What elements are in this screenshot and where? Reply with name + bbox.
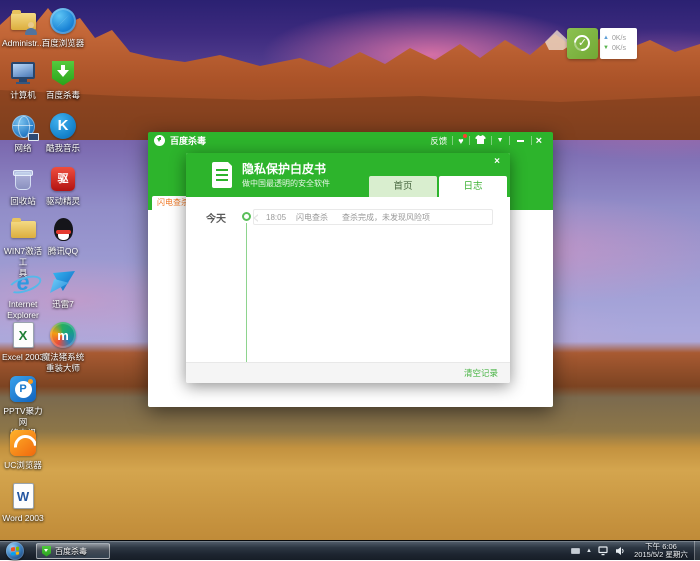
icon-label: Internet Explorer <box>7 299 39 321</box>
antivirus-status-tile[interactable]: ✓ <box>567 28 598 59</box>
icon-label: 回收站 <box>10 196 36 207</box>
system-tray: ▲ <box>571 541 626 561</box>
desktop-icon-uc-browser[interactable]: UC浏览器 <box>0 428 46 471</box>
baidu-antivirus-window: 百度杀毒 反馈 ♥ ▼ × 闪电查杀 隐私 <box>148 132 553 407</box>
start-button[interactable] <box>6 542 24 560</box>
windows-logo-icon <box>11 547 19 556</box>
desktop-icon-driver-genius[interactable]: 驱 驱动精灵 <box>40 164 86 207</box>
taskbar-clock[interactable]: 下午 6:06 2015/5/2 星期六 <box>632 543 690 559</box>
icon-label: Excel 2003 <box>2 352 44 363</box>
dialog-footer: 清空记录 <box>186 362 510 383</box>
icon-label: 腾讯QQ <box>48 246 78 257</box>
download-arrow-icon: ▼ <box>603 45 609 52</box>
upload-speed: 0K/s <box>612 35 626 42</box>
dialog-close-icon[interactable]: × <box>494 156 500 167</box>
baidu-browser-icon <box>50 8 76 34</box>
document-icon <box>212 162 232 188</box>
taskbar-button-label: 百度杀毒 <box>55 546 87 557</box>
shield-icon <box>52 61 74 86</box>
qq-penguin-icon <box>54 218 73 241</box>
log-action: 闪电查杀 <box>296 212 328 223</box>
desktop-icon-xunlei[interactable]: 迅雷7 <box>40 267 86 310</box>
clear-records-link[interactable]: 清空记录 <box>464 363 498 383</box>
desktop-icon-kuwo[interactable]: K 酷我音乐 <box>40 111 86 154</box>
icon-label: 酷我音乐 <box>46 143 80 154</box>
taskbar-button-baidu-antivirus[interactable]: 百度杀毒 <box>36 543 110 559</box>
recycle-bin-icon <box>15 172 31 190</box>
desktop-icon-baidu-browser[interactable]: 百度浏览器 <box>40 6 86 49</box>
icon-label: 计算机 <box>10 90 36 101</box>
ie-icon: e <box>9 269 37 295</box>
user-icon <box>24 22 37 35</box>
feedback-button[interactable]: 反馈 <box>425 135 452 147</box>
tray-expand-icon[interactable]: ▲ <box>586 548 592 554</box>
upload-arrow-icon: ▲ <box>603 35 609 42</box>
show-desktop-button[interactable] <box>694 541 700 561</box>
desktop-icon-qq[interactable]: 腾讯QQ <box>40 214 86 257</box>
desert-rocks <box>0 0 700 140</box>
titlebar[interactable]: 百度杀毒 反馈 ♥ ▼ × <box>148 132 553 149</box>
dialog-subtitle: 做中国最透明的安全软件 <box>242 178 330 189</box>
check-icon: ✓ <box>567 28 598 59</box>
desktop-icon-mofazhu[interactable]: m 魔法猪系统 重装大师 <box>40 320 86 374</box>
log-result: 查杀完成，未发现风险项 <box>342 212 430 223</box>
clock-date: 2015/5/2 星期六 <box>632 551 690 559</box>
desktop-icon-word[interactable]: W Word 2003 <box>0 481 46 524</box>
dialog-header: 隐私保护白皮书 做中国最透明的安全软件 × 首页 日志 <box>186 153 510 197</box>
icon-label: 迅雷7 <box>52 299 74 310</box>
taskbar: 百度杀毒 ▲ 下午 6:06 2015/5/2 星期六 <box>0 540 700 560</box>
icon-label: Word 2003 <box>2 513 43 524</box>
driver-genius-icon: 驱 <box>51 167 75 191</box>
monitor-icon <box>11 62 35 79</box>
pptv-icon: P <box>10 376 36 402</box>
privacy-whitepaper-dialog: 隐私保护白皮书 做中国最透明的安全软件 × 首页 日志 今天 18:05 闪电查… <box>186 153 510 383</box>
folder-icon <box>11 221 36 238</box>
kuwo-icon: K <box>50 113 76 139</box>
mofazhu-icon: m <box>50 322 76 348</box>
dialog-tabs: 首页 日志 <box>369 176 507 197</box>
icon-label: 百度浏览器 <box>42 38 85 49</box>
close-button[interactable]: × <box>532 135 546 147</box>
icon-label: UC浏览器 <box>4 460 42 471</box>
download-speed: 0K/s <box>612 45 626 52</box>
word-icon: W <box>13 483 34 509</box>
minimize-button[interactable] <box>510 140 531 142</box>
minimize-icon <box>517 140 524 142</box>
log-time: 18:05 <box>266 213 286 222</box>
mini-monitor-icon <box>28 133 39 141</box>
xunlei-bird-icon <box>50 270 76 294</box>
shield-icon <box>42 546 51 557</box>
timeline-line <box>246 223 247 362</box>
icon-label: 百度杀毒 <box>46 90 80 101</box>
icon-label: 驱动精灵 <box>46 196 80 207</box>
dialog-title: 隐私保护白皮书 <box>242 160 326 177</box>
icon-label: 魔法猪系统 重装大师 <box>42 352 85 374</box>
excel-icon: X <box>13 322 34 348</box>
heart-gift-icon[interactable]: ♥ <box>453 136 468 146</box>
notification-dot <box>463 134 467 138</box>
net-speed-panel: ▲0K/s ▼0K/s <box>600 28 637 59</box>
speed-widget[interactable]: ✓ ▲0K/s ▼0K/s <box>567 28 637 59</box>
tab-home[interactable]: 首页 <box>369 176 437 197</box>
menu-caret-icon[interactable]: ▼ <box>492 137 509 144</box>
tray-app-icon[interactable] <box>571 548 580 554</box>
desktop: Administr... 计算机 网络 回收站 WIN7激活工 具 e Inte… <box>0 0 700 560</box>
log-entry: 18:05 闪电查杀 查杀完成，未发现风险项 <box>253 209 493 225</box>
skin-shirt-icon[interactable] <box>470 135 491 146</box>
tab-logs[interactable]: 日志 <box>439 176 507 197</box>
volume-icon[interactable] <box>615 546 626 556</box>
uc-browser-icon <box>10 430 36 456</box>
desktop-icon-baidu-antivirus[interactable]: 百度杀毒 <box>40 58 86 101</box>
day-label: 今天 <box>206 210 226 225</box>
window-title: 百度杀毒 <box>170 134 206 147</box>
log-timeline: 今天 18:05 闪电查杀 查杀完成，未发现风险项 <box>186 197 510 362</box>
icon-label: 网络 <box>14 143 31 154</box>
icon-label: Administr... <box>2 38 44 49</box>
app-logo-icon <box>154 135 165 146</box>
network-icon[interactable] <box>598 546 609 556</box>
